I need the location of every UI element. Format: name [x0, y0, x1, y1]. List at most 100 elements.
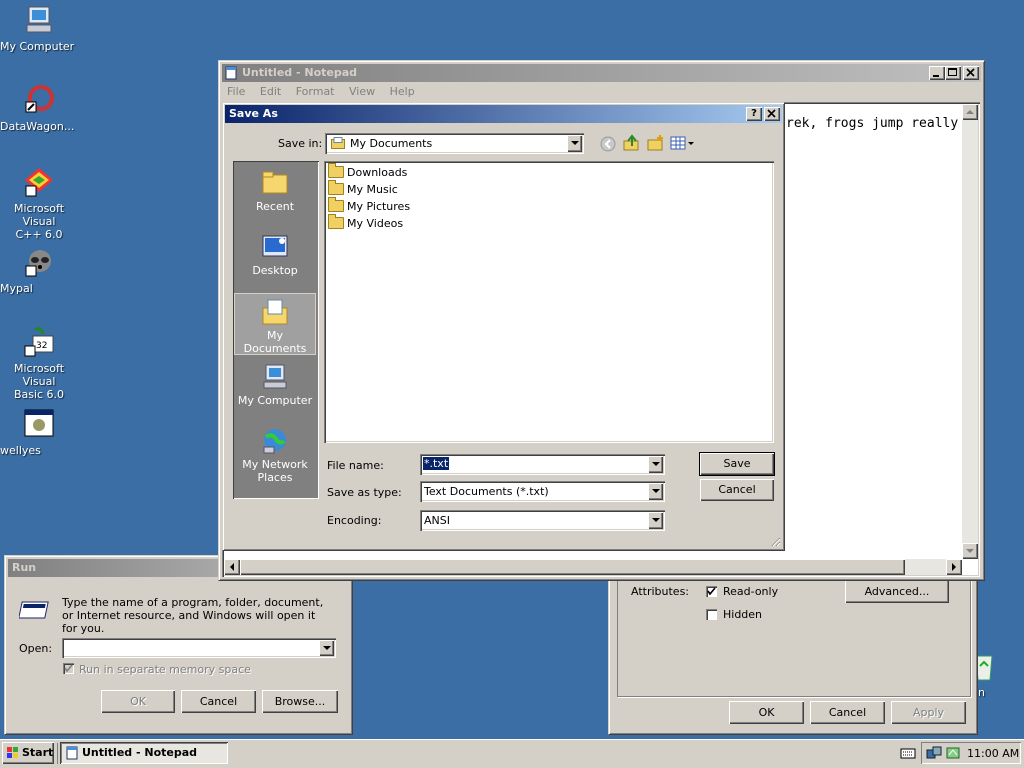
- scroll-up-button[interactable]: [962, 104, 978, 120]
- folder-icon: [328, 180, 344, 195]
- encoding-select[interactable]: ANSI: [420, 510, 665, 531]
- file-name-value: *.txt: [423, 457, 450, 470]
- close-button[interactable]: [963, 66, 979, 80]
- scroll-left-button[interactable]: [224, 559, 240, 575]
- scroll-thumb[interactable]: [240, 559, 905, 575]
- save-type-dropdown-button[interactable]: [648, 483, 663, 500]
- advanced-button[interactable]: Advanced...: [845, 580, 949, 603]
- list-item[interactable]: Downloads: [328, 163, 407, 179]
- vertical-scrollbar[interactable]: [962, 104, 978, 559]
- save-in-combo[interactable]: My Documents: [325, 133, 584, 154]
- menu-format[interactable]: Format: [296, 85, 335, 98]
- start-button[interactable]: Start: [2, 742, 54, 764]
- desktop-icon-mypal[interactable]: Mypal: [0, 246, 78, 295]
- save-in-dropdown-button[interactable]: [567, 135, 582, 152]
- list-item[interactable]: My Videos: [328, 214, 403, 230]
- save-type-select[interactable]: Text Documents (*.txt): [420, 481, 665, 502]
- hidden-checkbox[interactable]: [706, 609, 717, 620]
- view-menu-button[interactable]: [670, 134, 696, 152]
- checkmark-icon: [64, 664, 73, 673]
- taskbar-notepad-button[interactable]: Untitled - Notepad: [60, 742, 228, 764]
- readonly-checkbox[interactable]: [706, 586, 717, 597]
- places-label: Recent: [255, 200, 295, 213]
- desktop-icon-label: Mypal: [0, 282, 33, 295]
- tray-app-icon[interactable]: [945, 746, 961, 763]
- desktop-icon-datawagon[interactable]: DataWagon...: [0, 84, 78, 133]
- resize-grip-icon[interactable]: [769, 535, 781, 547]
- desktop-icon-visual-cpp[interactable]: Microsoft Visual C++ 6.0: [0, 166, 78, 241]
- save-as-title-bar[interactable]: Save As ?: [225, 105, 782, 123]
- places-desktop[interactable]: Desktop: [235, 233, 315, 277]
- places-my-documents[interactable]: My Documents: [234, 293, 316, 355]
- arrow-left-icon: [230, 563, 234, 571]
- properties-cancel-button[interactable]: Cancel: [810, 701, 885, 724]
- start-label: Start: [22, 746, 54, 759]
- properties-ok-button[interactable]: OK: [729, 701, 804, 724]
- my-computer-icon: [23, 4, 55, 36]
- back-button[interactable]: [599, 135, 617, 153]
- notepad-menu-bar: File Edit Format View Help: [222, 83, 977, 101]
- notepad-app-icon: [224, 66, 238, 80]
- clock[interactable]: 11:00 AM: [967, 747, 1019, 760]
- scroll-right-button[interactable]: [946, 559, 962, 575]
- wellyes-icon: [23, 408, 55, 440]
- file-list[interactable]: Downloads My Music My Pictures My Videos: [324, 161, 774, 443]
- minimize-button[interactable]: [929, 66, 945, 80]
- list-item[interactable]: My Pictures: [328, 197, 410, 213]
- desktop-icon-label: DataWagon...: [0, 120, 75, 133]
- menu-view[interactable]: View: [349, 85, 375, 98]
- run-description: Type the name of a program, folder, docu…: [62, 596, 324, 635]
- scroll-down-button[interactable]: [962, 543, 978, 559]
- my-computer-icon: [260, 363, 290, 391]
- up-one-level-button[interactable]: [623, 134, 641, 152]
- save-as-title: Save As: [229, 107, 278, 120]
- places-bar: Recent Desktop My Documents My Computer …: [233, 161, 319, 499]
- recent-folder-icon: [260, 169, 290, 197]
- list-item[interactable]: My Music: [328, 180, 398, 196]
- desktop-icon-wellyes[interactable]: wellyes: [0, 408, 78, 457]
- desktop-icon-label: Microsoft Visual C++ 6.0: [13, 202, 65, 241]
- run-ok-button[interactable]: OK: [101, 690, 175, 713]
- menu-file[interactable]: File: [227, 85, 245, 98]
- run-separate-memory-label: Run in separate memory space: [79, 663, 251, 676]
- windows-logo-icon: [6, 746, 20, 768]
- desktop-icon-visual-basic[interactable]: 32 Microsoft Visual Basic 6.0: [0, 326, 78, 401]
- network-tray-icon[interactable]: [926, 746, 942, 763]
- desktop-icon-my-computer[interactable]: My Computer: [0, 4, 78, 53]
- places-label: My Documents: [243, 329, 307, 355]
- menu-help[interactable]: Help: [390, 85, 415, 98]
- keyboard-icon[interactable]: [900, 746, 916, 760]
- run-browse-button[interactable]: Browse...: [262, 690, 338, 713]
- visual-cpp-icon: [23, 166, 55, 198]
- run-dialog: Run Type the name of a program, folder, …: [4, 555, 353, 735]
- encoding-value: ANSI: [424, 514, 450, 527]
- horizontal-scrollbar[interactable]: [224, 559, 962, 575]
- maximize-button[interactable]: [945, 66, 961, 80]
- hidden-label: Hidden: [723, 608, 763, 621]
- folder-icon: [328, 163, 344, 178]
- save-button[interactable]: Save: [699, 452, 775, 476]
- menu-edit[interactable]: Edit: [260, 85, 281, 98]
- run-open-input[interactable]: [62, 638, 336, 658]
- notepad-title-bar[interactable]: Untitled - Notepad: [222, 64, 981, 82]
- dialog-close-button[interactable]: [764, 107, 780, 121]
- checkmark-icon: [707, 587, 716, 596]
- encoding-dropdown-button[interactable]: [648, 512, 663, 529]
- save-type-value: Text Documents (*.txt): [424, 485, 549, 498]
- run-cancel-button[interactable]: Cancel: [181, 690, 256, 713]
- places-recent[interactable]: Recent: [235, 169, 315, 213]
- cancel-button[interactable]: Cancel: [700, 479, 774, 501]
- run-open-dropdown-button[interactable]: [319, 640, 334, 656]
- properties-apply-button[interactable]: Apply: [891, 701, 966, 724]
- help-button[interactable]: ?: [746, 107, 762, 121]
- new-folder-icon: [647, 135, 663, 151]
- file-name-dropdown-button[interactable]: [648, 456, 663, 473]
- save-type-label: Save as type:: [327, 486, 402, 499]
- places-my-computer[interactable]: My Computer: [235, 363, 315, 407]
- new-folder-button[interactable]: [647, 134, 665, 152]
- taskbar: Start Untitled - Notepad 11:00 AM: [0, 739, 1024, 768]
- run-program-icon: [18, 598, 51, 624]
- file-name-input[interactable]: *.txt: [420, 454, 665, 475]
- places-my-network-places[interactable]: My Network Places: [235, 427, 315, 484]
- desktop-icon-label: wellyes: [0, 444, 41, 457]
